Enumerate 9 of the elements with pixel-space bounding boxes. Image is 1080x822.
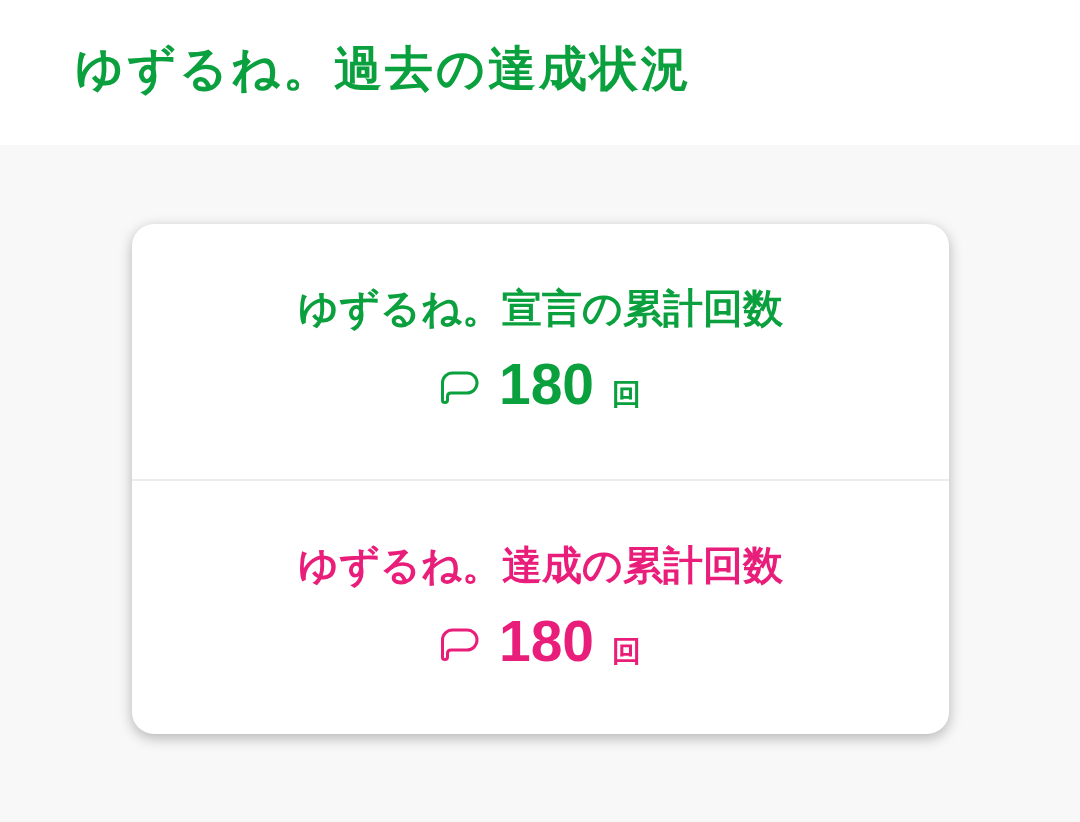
- count-unit: 回: [612, 376, 642, 413]
- stat-count: 180: [498, 352, 595, 416]
- count-unit: 回: [612, 633, 642, 670]
- speech-bubble-icon: [438, 628, 479, 661]
- stat-label: ゆずるね。達成の累計回数: [297, 541, 783, 590]
- stat-label: ゆずるね。宣言の累計回数: [297, 284, 783, 333]
- speech-bubble-icon: [438, 371, 479, 404]
- page-title: ゆずるね。過去の達成状況: [75, 39, 692, 98]
- stat-count: 180: [498, 609, 595, 673]
